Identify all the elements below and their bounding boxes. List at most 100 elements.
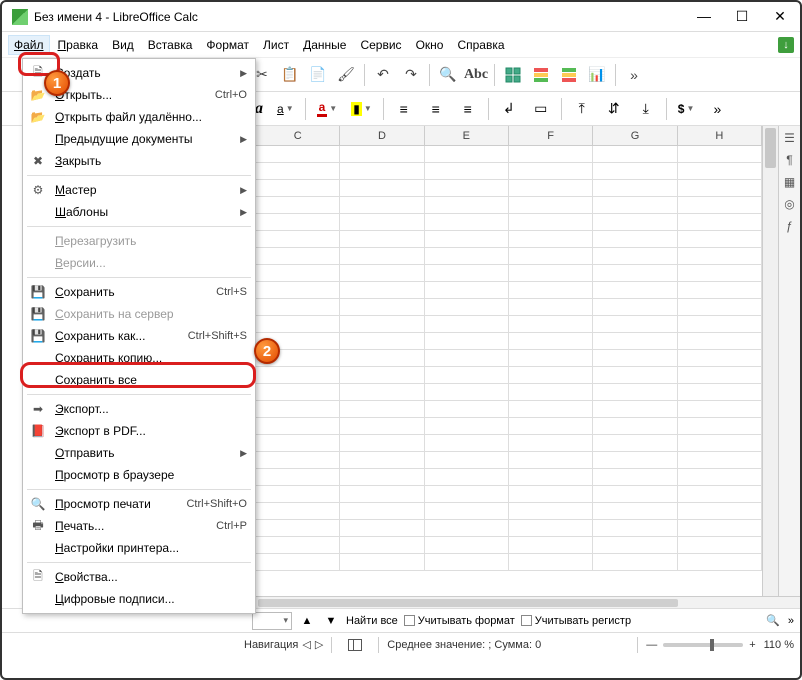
file-menu-item[interactable]: Предыдущие документы▶ xyxy=(23,128,255,150)
find-replace-icon[interactable]: 🔍 xyxy=(764,612,782,630)
cell[interactable] xyxy=(340,486,424,503)
cell[interactable] xyxy=(593,231,677,248)
menu-view[interactable]: Вид xyxy=(106,35,140,55)
cell[interactable] xyxy=(509,469,593,486)
cell[interactable] xyxy=(678,316,762,333)
cell[interactable] xyxy=(509,503,593,520)
file-menu-item[interactable]: ⚙Мастер▶ xyxy=(23,179,255,201)
cell[interactable] xyxy=(256,146,340,163)
cell[interactable] xyxy=(425,452,509,469)
cell[interactable] xyxy=(593,146,677,163)
zoom-in-icon[interactable]: + xyxy=(749,639,755,651)
cell[interactable] xyxy=(425,401,509,418)
cell[interactable] xyxy=(509,367,593,384)
cell[interactable] xyxy=(593,520,677,537)
sort-asc-icon[interactable] xyxy=(529,63,553,87)
cell[interactable] xyxy=(593,214,677,231)
align-left-icon[interactable]: ≡ xyxy=(390,97,418,121)
spreadsheet-grid[interactable]: C D E F G H xyxy=(256,126,762,596)
cell[interactable] xyxy=(340,248,424,265)
cell[interactable] xyxy=(340,333,424,350)
cell[interactable] xyxy=(509,248,593,265)
cell[interactable] xyxy=(425,231,509,248)
file-menu-item[interactable]: 📕Экспорт в PDF... xyxy=(23,420,255,442)
menu-help[interactable]: Справка xyxy=(451,35,510,55)
cell[interactable] xyxy=(425,214,509,231)
cell[interactable] xyxy=(678,282,762,299)
cell[interactable] xyxy=(678,350,762,367)
find-prev-icon[interactable]: ▲ xyxy=(298,612,316,630)
nav-next-icon[interactable]: ▷ xyxy=(315,638,323,651)
spellcheck-icon[interactable]: Abc xyxy=(464,63,488,87)
cell[interactable] xyxy=(340,316,424,333)
file-menu-item[interactable]: 💾Сохранить как...Ctrl+Shift+S xyxy=(23,325,255,347)
cell[interactable] xyxy=(256,316,340,333)
cell[interactable] xyxy=(425,163,509,180)
cell[interactable] xyxy=(593,316,677,333)
sidebar-styles-icon[interactable]: ¶ xyxy=(782,152,798,168)
cell[interactable] xyxy=(678,384,762,401)
cell[interactable] xyxy=(425,299,509,316)
cell[interactable] xyxy=(509,282,593,299)
file-menu-item[interactable]: 🖶Печать...Ctrl+P xyxy=(23,515,255,537)
cell[interactable] xyxy=(509,163,593,180)
cell[interactable] xyxy=(425,333,509,350)
cell[interactable] xyxy=(256,299,340,316)
cell[interactable] xyxy=(256,537,340,554)
cell[interactable] xyxy=(425,265,509,282)
more-format-icon[interactable]: » xyxy=(703,97,731,121)
match-case-checkbox[interactable]: Учитывать регистр xyxy=(521,615,631,627)
cell[interactable] xyxy=(340,367,424,384)
cell[interactable] xyxy=(425,316,509,333)
cell[interactable] xyxy=(509,316,593,333)
zoom-out-icon[interactable]: — xyxy=(646,639,657,651)
cell[interactable] xyxy=(340,299,424,316)
cell[interactable] xyxy=(425,503,509,520)
cell[interactable] xyxy=(340,384,424,401)
cell[interactable] xyxy=(593,469,677,486)
cell[interactable] xyxy=(678,401,762,418)
column-header[interactable]: E xyxy=(425,126,509,145)
cell[interactable] xyxy=(509,486,593,503)
cell[interactable] xyxy=(425,469,509,486)
file-menu-item[interactable]: Просмотр в браузере xyxy=(23,464,255,486)
valign-mid-icon[interactable]: ⇵ xyxy=(600,97,628,121)
highlight-color-button[interactable]: ▮▼ xyxy=(346,97,377,121)
menu-tools[interactable]: Сервис xyxy=(354,35,407,55)
cell[interactable] xyxy=(593,486,677,503)
save-indicator-icon[interactable] xyxy=(778,37,794,53)
cell[interactable] xyxy=(678,418,762,435)
underline-button[interactable]: a▼ xyxy=(272,97,299,121)
menu-edit[interactable]: Правка xyxy=(52,35,105,55)
cell[interactable] xyxy=(678,435,762,452)
cell[interactable] xyxy=(256,486,340,503)
cell[interactable] xyxy=(509,520,593,537)
cell[interactable] xyxy=(678,452,762,469)
chart-icon[interactable]: 📊 xyxy=(585,63,609,87)
cell[interactable] xyxy=(256,163,340,180)
cell[interactable] xyxy=(509,214,593,231)
cell[interactable] xyxy=(593,503,677,520)
cell[interactable] xyxy=(678,333,762,350)
cell[interactable] xyxy=(425,435,509,452)
cell[interactable] xyxy=(340,231,424,248)
sidebar-properties-icon[interactable]: ☰ xyxy=(782,130,798,146)
align-center-icon[interactable]: ≡ xyxy=(422,97,450,121)
cell[interactable] xyxy=(425,282,509,299)
undo-icon[interactable]: ↶ xyxy=(371,63,395,87)
find-icon[interactable]: 🔍 xyxy=(436,63,460,87)
file-menu-item[interactable]: 📂Открыть файл удалённо... xyxy=(23,106,255,128)
cell[interactable] xyxy=(593,282,677,299)
file-menu-item[interactable]: Сохранить копию... xyxy=(23,347,255,369)
column-header[interactable]: H xyxy=(678,126,762,145)
file-menu-item[interactable]: 💾СохранитьCtrl+S xyxy=(23,281,255,303)
cell[interactable] xyxy=(678,231,762,248)
cell[interactable] xyxy=(340,180,424,197)
column-header[interactable]: G xyxy=(593,126,677,145)
paste-icon[interactable]: 📄 xyxy=(306,63,330,87)
cell[interactable] xyxy=(678,214,762,231)
cell[interactable] xyxy=(509,384,593,401)
cell[interactable] xyxy=(678,520,762,537)
cell[interactable] xyxy=(256,265,340,282)
cell[interactable] xyxy=(256,554,340,571)
